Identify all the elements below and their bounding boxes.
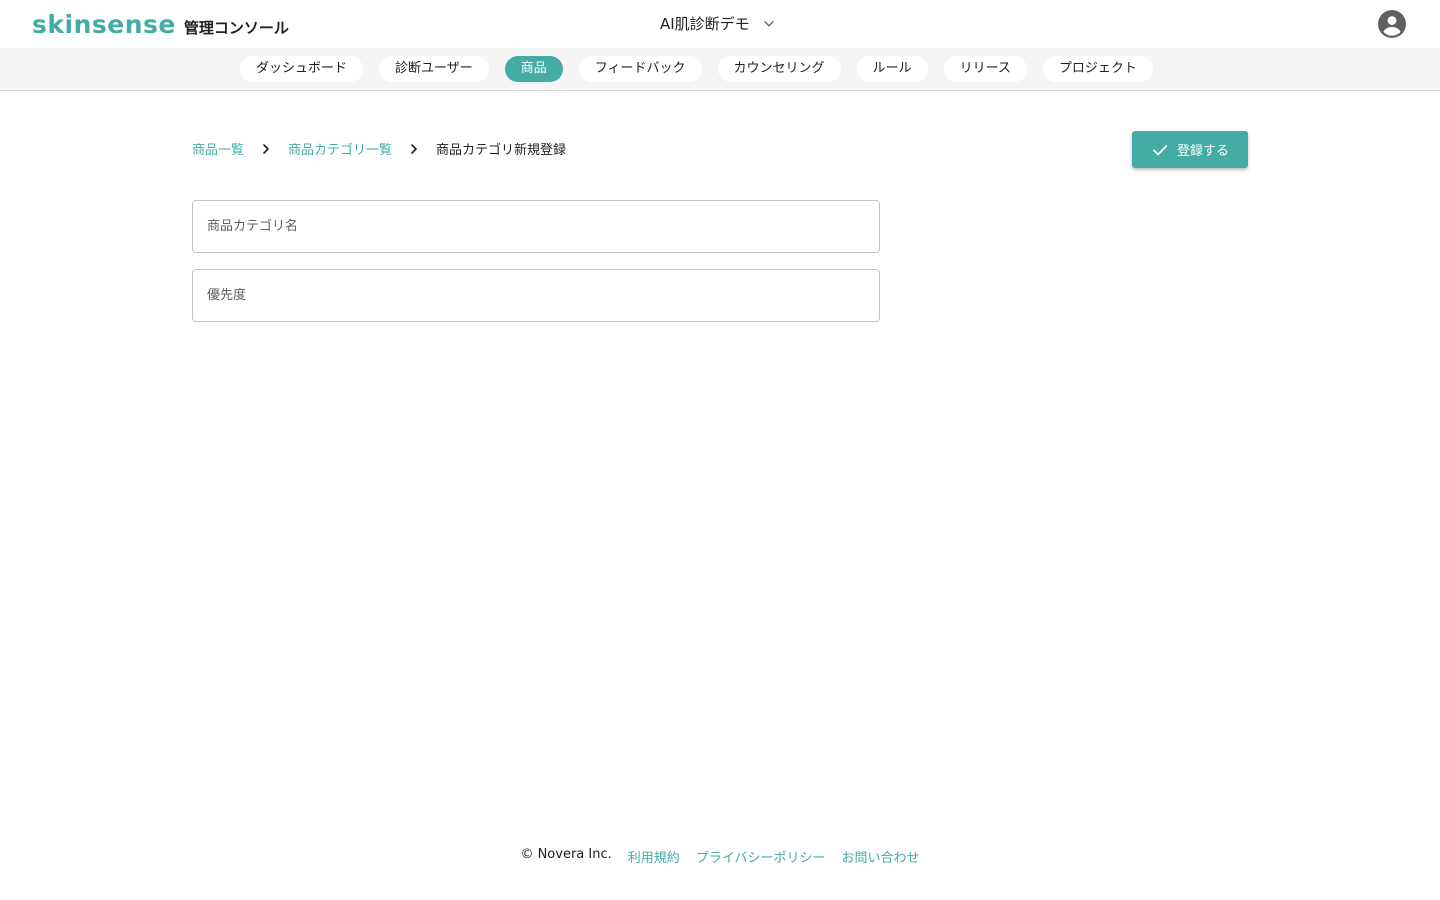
- tab-diagnosis-users[interactable]: 診断ユーザー: [379, 56, 489, 82]
- breadcrumb-current: 商品カテゴリ新規登録: [436, 143, 567, 158]
- page-footer: © Novera Inc. 利用規約 プライバシーポリシー お問い合わせ: [0, 847, 1440, 866]
- register-button-label: 登録する: [1176, 144, 1229, 159]
- footer-link-privacy[interactable]: プライバシーポリシー: [696, 847, 826, 866]
- tab-feedback[interactable]: フィードバック: [578, 56, 702, 82]
- category-name-field: [192, 200, 880, 253]
- register-button[interactable]: 登録する: [1132, 131, 1248, 168]
- check-icon: [1153, 144, 1168, 155]
- priority-input[interactable]: [193, 270, 879, 321]
- console-label: 管理コンソール: [183, 19, 289, 37]
- copyright-text: © Novera Inc.: [520, 847, 612, 862]
- tab-products[interactable]: 商品: [504, 56, 563, 82]
- tab-rules[interactable]: ルール: [856, 56, 928, 82]
- tab-counseling[interactable]: カウンセリング: [717, 56, 841, 82]
- footer-link-terms[interactable]: 利用規約: [628, 847, 680, 866]
- app-logo[interactable]: skinsense 管理コンソール: [32, 10, 289, 39]
- category-name-input[interactable]: [193, 201, 879, 252]
- app-header: skinsense 管理コンソール AI肌診断デモ: [0, 0, 1440, 48]
- tab-dashboard[interactable]: ダッシュボード: [240, 56, 364, 82]
- breadcrumb-category-list[interactable]: 商品カテゴリ一覧: [288, 139, 392, 158]
- project-selector[interactable]: AI肌診断デモ: [660, 13, 776, 34]
- brand-name: skinsense: [32, 10, 176, 39]
- breadcrumb: 商品一覧 商品カテゴリ一覧 商品カテゴリ新規登録: [192, 139, 566, 158]
- footer-link-contact[interactable]: お問い合わせ: [842, 847, 920, 866]
- priority-field: [192, 269, 880, 322]
- project-name: AI肌診断デモ: [660, 15, 750, 33]
- chevron-right-icon: [263, 143, 269, 154]
- chevron-down-icon: [763, 20, 774, 26]
- tab-projects[interactable]: プロジェクト: [1042, 56, 1153, 82]
- account-circle-icon[interactable]: [1378, 10, 1406, 38]
- nav-tabs: ダッシュボード 診断ユーザー 商品 フィードバック カウンセリング ルール リリ…: [240, 56, 1169, 82]
- chevron-right-icon: [411, 143, 417, 154]
- breadcrumb-product-list[interactable]: 商品一覧: [192, 139, 244, 158]
- tab-releases[interactable]: リリース: [943, 56, 1027, 82]
- main-nav: ダッシュボード 診断ユーザー 商品 フィードバック カウンセリング ルール リリ…: [0, 48, 1440, 91]
